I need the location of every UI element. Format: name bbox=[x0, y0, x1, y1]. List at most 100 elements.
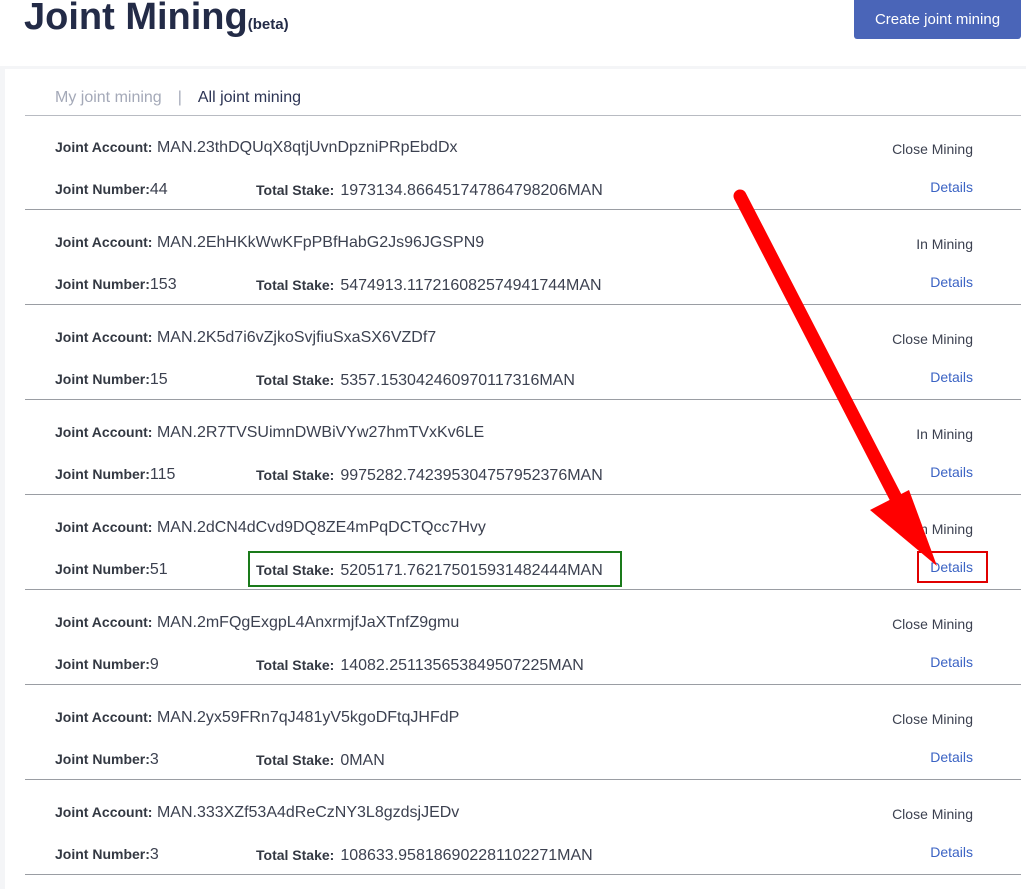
total-stake-label: Total Stake: bbox=[256, 467, 335, 483]
mining-status: Close Mining bbox=[892, 141, 973, 157]
joint-account-value: MAN.333XZf53A4dReCzNY3L8gzdsjJEDv bbox=[156, 804, 460, 821]
details-link[interactable]: Details bbox=[930, 749, 973, 765]
joint-account-label: Joint Account: bbox=[55, 234, 153, 250]
joint-number: Joint Number:3 bbox=[55, 751, 159, 769]
joint-account: Joint Account: MAN.2R7TVSUimnDWBiVYw27hm… bbox=[55, 424, 484, 442]
title-text: Joint Mining bbox=[24, 0, 248, 38]
joint-number: Joint Number:3 bbox=[55, 846, 159, 864]
details-link[interactable]: Details bbox=[930, 274, 973, 290]
joint-number: Joint Number:15 bbox=[55, 371, 168, 389]
joint-number: Joint Number:9 bbox=[55, 656, 159, 674]
total-stake-label: Total Stake: bbox=[256, 372, 335, 388]
joint-number-value: 153 bbox=[149, 276, 177, 293]
joint-number-value: 9 bbox=[149, 656, 159, 673]
details-highlight-box bbox=[917, 551, 988, 583]
list-item: Joint Account: MAN.333XZf53A4dReCzNY3L8g… bbox=[0, 780, 1026, 875]
joint-number-label: Joint Number: bbox=[55, 181, 150, 197]
details-link[interactable]: Details bbox=[930, 179, 973, 195]
total-stake: Total Stake: 14082.251135653849507225MAN bbox=[256, 657, 584, 675]
joint-account-value: MAN.2K5d7i6vZjkoSvjfiuSxaSX6VZDf7 bbox=[156, 329, 437, 346]
total-stake-highlight-box bbox=[248, 551, 622, 587]
total-stake: Total Stake: 108633.958186902281102271MAN bbox=[256, 847, 593, 865]
total-stake-value: 14082.251135653849507225MAN bbox=[340, 657, 584, 674]
details-link[interactable]: Details bbox=[930, 464, 973, 480]
list-item: Joint Account: MAN.2K5d7i6vZjkoSvjfiuSxa… bbox=[0, 305, 1026, 400]
joint-account-value: MAN.2mFQgExgpL4AnxrmjfJaXTnfZ9gmu bbox=[156, 614, 460, 631]
mining-status: Close Mining bbox=[892, 331, 973, 347]
joint-number-label: Joint Number: bbox=[55, 466, 150, 482]
joint-account: Joint Account: MAN.23thDQUqX8qtjUvnDpzni… bbox=[55, 139, 458, 157]
tab-bar: My joint mining | All joint mining bbox=[55, 89, 301, 107]
details-link[interactable]: Details bbox=[930, 654, 973, 670]
joint-number: Joint Number:51 bbox=[55, 561, 168, 579]
mining-status: In Mining bbox=[916, 521, 973, 537]
total-stake-label: Total Stake: bbox=[256, 657, 335, 673]
mining-status: Close Mining bbox=[892, 616, 973, 632]
joint-account-value: MAN.23thDQUqX8qtjUvnDpzniPRpEbdDx bbox=[156, 139, 458, 156]
mining-status: In Mining bbox=[916, 236, 973, 252]
joint-number-label: Joint Number: bbox=[55, 846, 150, 862]
mining-status: Close Mining bbox=[892, 711, 973, 727]
total-stake: Total Stake: 5357.153042460970117316MAN bbox=[256, 372, 575, 390]
total-stake: Total Stake: 0MAN bbox=[256, 752, 385, 770]
joint-account-value: MAN.2R7TVSUimnDWBiVYw27hmTVxKv6LE bbox=[156, 424, 485, 441]
list-item: Joint Account: MAN.23thDQUqX8qtjUvnDpzni… bbox=[0, 115, 1026, 210]
joint-number: Joint Number:44 bbox=[55, 181, 168, 199]
joint-number-value: 3 bbox=[149, 846, 159, 863]
joint-number: Joint Number:115 bbox=[55, 466, 175, 484]
joint-account-label: Joint Account: bbox=[55, 424, 153, 440]
total-stake-value: 5357.153042460970117316MAN bbox=[340, 372, 575, 389]
joint-account-label: Joint Account: bbox=[55, 709, 153, 725]
joint-account: Joint Account: MAN.333XZf53A4dReCzNY3L8g… bbox=[55, 804, 459, 822]
joint-number-value: 115 bbox=[149, 466, 176, 483]
list-item: Joint Account: MAN.2mFQgExgpL4AnxrmjfJaX… bbox=[0, 590, 1026, 685]
joint-number-value: 44 bbox=[149, 181, 168, 198]
joint-account: Joint Account: MAN.2K5d7i6vZjkoSvjfiuSxa… bbox=[55, 329, 436, 347]
joint-number-label: Joint Number: bbox=[55, 751, 150, 767]
tab-my-joint-mining[interactable]: My joint mining bbox=[55, 89, 162, 107]
joint-account-value: MAN.2EhHKkWwKFpPBfHabG2Js96JGSPN9 bbox=[156, 234, 485, 251]
total-stake: Total Stake: 9975282.742395304757952376MA… bbox=[256, 467, 603, 485]
row-divider bbox=[25, 874, 1021, 875]
list-item: Joint Account: MAN.2R7TVSUimnDWBiVYw27hm… bbox=[0, 400, 1026, 495]
joint-number: Joint Number:153 bbox=[55, 276, 177, 294]
joint-number-label: Joint Number: bbox=[55, 371, 150, 387]
mining-status: Close Mining bbox=[892, 806, 973, 822]
joint-account: Joint Account: MAN.2EhHKkWwKFpPBfHabG2Js… bbox=[55, 234, 484, 252]
joint-number-label: Joint Number: bbox=[55, 561, 150, 577]
list-item: Joint Account: MAN.2yx59FRn7qJ481yV5kgoD… bbox=[0, 685, 1026, 780]
total-stake-value: 9975282.742395304757952376MAN bbox=[340, 467, 603, 484]
joint-account: Joint Account: MAN.2yx59FRn7qJ481yV5kgoD… bbox=[55, 709, 459, 727]
joint-account: Joint Account: MAN.2mFQgExgpL4AnxrmjfJaX… bbox=[55, 614, 459, 632]
total-stake-value: 1973134.866451747864798206MAN bbox=[340, 182, 603, 199]
total-stake-label: Total Stake: bbox=[256, 182, 335, 198]
joint-account-label: Joint Account: bbox=[55, 329, 153, 345]
create-joint-mining-button[interactable]: Create joint mining bbox=[854, 0, 1021, 39]
joint-number-label: Joint Number: bbox=[55, 656, 150, 672]
joint-account-value: MAN.2yx59FRn7qJ481yV5kgoDFtqJHFdP bbox=[156, 709, 460, 726]
beta-label: (beta) bbox=[247, 16, 289, 33]
joint-account-value: MAN.2dCN4dCvd9DQ8ZE4mPqDCTQcc7Hvy bbox=[156, 519, 486, 536]
joint-number-value: 51 bbox=[149, 561, 168, 578]
joint-account-label: Joint Account: bbox=[55, 519, 153, 535]
details-link[interactable]: Details bbox=[930, 844, 973, 860]
tab-separator: | bbox=[177, 89, 182, 106]
joint-number-value: 3 bbox=[149, 751, 159, 768]
details-link[interactable]: Details bbox=[930, 369, 973, 385]
joint-account-label: Joint Account: bbox=[55, 139, 153, 155]
total-stake-label: Total Stake: bbox=[256, 752, 335, 768]
joint-account: Joint Account: MAN.2dCN4dCvd9DQ8ZE4mPqDC… bbox=[55, 519, 486, 537]
list-item: Joint Account: MAN.2EhHKkWwKFpPBfHabG2Js… bbox=[0, 210, 1026, 305]
joint-account-label: Joint Account: bbox=[55, 614, 153, 630]
total-stake-value: 0MAN bbox=[340, 752, 385, 769]
total-stake-value: 5474913.117216082574941744MAN bbox=[340, 277, 602, 294]
total-stake-value: 108633.958186902281102271MAN bbox=[340, 847, 593, 864]
joint-number-label: Joint Number: bbox=[55, 276, 150, 292]
joint-number-value: 15 bbox=[149, 371, 168, 388]
total-stake-label: Total Stake: bbox=[256, 277, 335, 293]
tab-all-joint-mining[interactable]: All joint mining bbox=[198, 89, 301, 107]
total-stake: Total Stake: 1973134.866451747864798206MA… bbox=[256, 182, 603, 200]
joint-account-label: Joint Account: bbox=[55, 804, 153, 820]
page-title: Joint Mining(beta) bbox=[24, 0, 289, 39]
total-stake: Total Stake: 5474913.117216082574941744MA… bbox=[256, 277, 602, 295]
